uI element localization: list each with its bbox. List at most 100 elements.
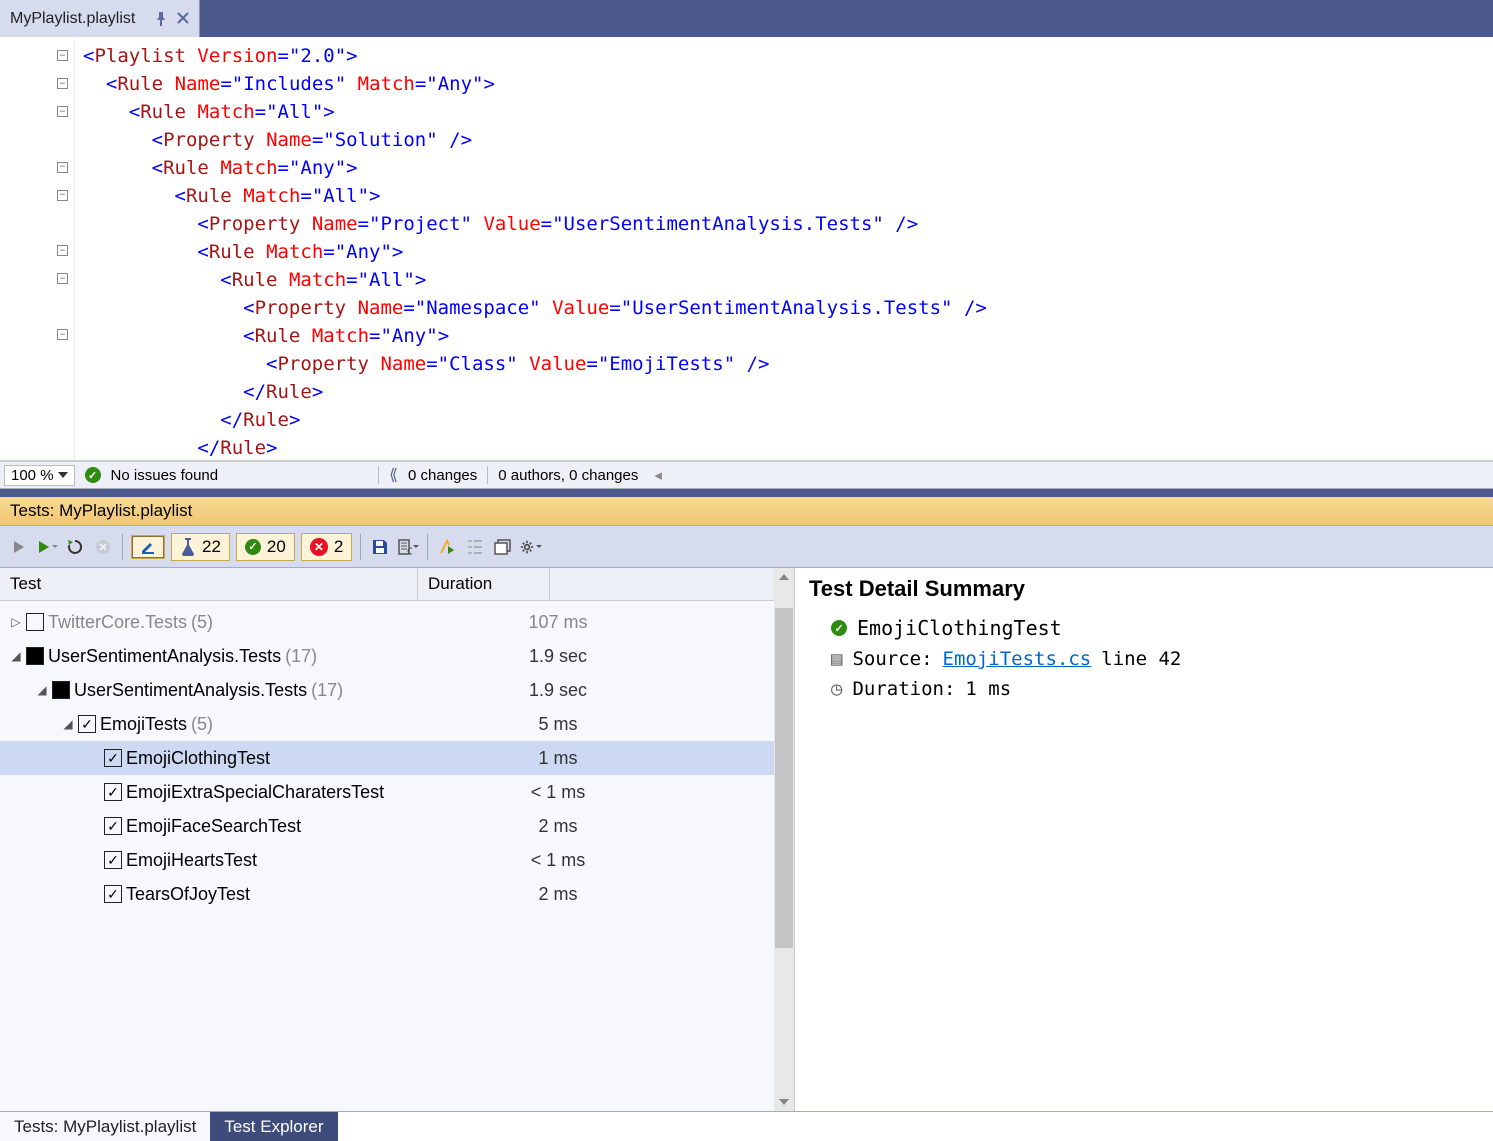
properties-icon[interactable] <box>397 536 419 558</box>
fold-icon[interactable]: − <box>57 162 68 173</box>
code-editor[interactable]: − − − − − − − − <Playlist Version="2.0"> <Rule … <box>0 37 1493 461</box>
passed-count: 20 <box>267 537 286 557</box>
run-debug-icon[interactable] <box>436 536 458 558</box>
document-icon: ▤ <box>831 648 842 670</box>
stop-icon[interactable] <box>92 536 114 558</box>
test-name: UserSentimentAnalysis.Tests <box>74 680 307 701</box>
test-row[interactable]: EmojiHeartsTest< 1 ms <box>0 843 794 877</box>
editor-status-bar: 100 % ✓ No issues found ⟪ 0 changes 0 au… <box>0 461 1493 489</box>
source-line: line 42 <box>1101 648 1181 670</box>
checkbox[interactable] <box>104 817 122 835</box>
scroll-thumb[interactable] <box>775 608 793 948</box>
total-count: 22 <box>202 537 221 557</box>
test-name: UserSentimentAnalysis.Tests <box>48 646 281 667</box>
windows-icon[interactable] <box>492 536 514 558</box>
checkbox[interactable] <box>26 613 44 631</box>
checkbox[interactable] <box>104 783 122 801</box>
test-row[interactable]: TearsOfJoyTest2 ms <box>0 877 794 911</box>
close-icon[interactable] <box>177 12 189 26</box>
expand-icon[interactable]: ◢ <box>10 649 22 663</box>
fold-icon[interactable]: − <box>57 106 68 117</box>
document-tab[interactable]: MyPlaylist.playlist <box>0 0 200 37</box>
edit-playlist-button[interactable] <box>131 535 165 559</box>
fold-icon[interactable]: − <box>57 190 68 201</box>
checkbox[interactable] <box>104 851 122 869</box>
checkbox[interactable] <box>104 749 122 767</box>
checkbox[interactable] <box>26 647 44 665</box>
test-name: TwitterCore.Tests <box>48 612 187 633</box>
editor-gutter: − − − − − − − − <box>0 37 75 460</box>
clock-icon: ◷ <box>831 678 842 700</box>
test-name: EmojiExtraSpecialCharatersTest <box>126 782 384 803</box>
run-icon[interactable] <box>36 536 58 558</box>
test-count: (17) <box>311 680 343 701</box>
settings-icon[interactable] <box>520 536 542 558</box>
test-duration: 1.9 sec <box>418 680 698 701</box>
zoom-value: 100 % <box>11 467 54 484</box>
detail-test-name: EmojiClothingTest <box>857 616 1062 640</box>
checkbox[interactable] <box>52 681 70 699</box>
test-duration: < 1 ms <box>418 782 698 803</box>
expand-icon[interactable]: ◢ <box>36 683 48 697</box>
expand-icon[interactable]: ◢ <box>62 717 74 731</box>
test-row[interactable]: ▷ TwitterCore.Tests (5)107 ms <box>0 605 794 639</box>
bottom-tab[interactable]: Tests: MyPlaylist.playlist <box>0 1112 210 1141</box>
tests-header-title: Tests: MyPlaylist.playlist <box>10 501 192 520</box>
run-all-icon[interactable] <box>8 536 30 558</box>
checkbox[interactable] <box>104 885 122 903</box>
detail-title: Test Detail Summary <box>809 576 1479 602</box>
test-name: EmojiFaceSearchTest <box>126 816 301 837</box>
chevron-left-icon[interactable]: ◂ <box>654 466 662 484</box>
test-name: EmojiClothingTest <box>126 748 270 769</box>
column-headers: Test Duration <box>0 568 794 601</box>
test-duration: 2 ms <box>418 884 698 905</box>
changes-icon: ⟪ <box>389 465 398 485</box>
column-duration[interactable]: Duration <box>418 568 550 600</box>
test-row[interactable]: ◢ EmojiTests (5) 5 ms <box>0 707 794 741</box>
test-row[interactable]: EmojiExtraSpecialCharatersTest < 1 ms <box>0 775 794 809</box>
test-detail-pane: Test Detail Summary ✓ EmojiClothingTest … <box>795 568 1493 1111</box>
test-tree[interactable]: ▷ TwitterCore.Tests (5)107 ms◢ UserSenti… <box>0 601 794 1111</box>
column-test[interactable]: Test <box>0 568 418 600</box>
fold-icon[interactable]: − <box>57 78 68 89</box>
test-duration: 2 ms <box>418 816 698 837</box>
bottom-tab[interactable]: Test Explorer <box>210 1112 337 1141</box>
total-tests-counter[interactable]: 22 <box>171 533 230 561</box>
test-row[interactable]: ◢ UserSentimentAnalysis.Tests (17) 1.9 se… <box>0 673 794 707</box>
bottom-tab-bar: Tests: MyPlaylist.playlistTest Explorer <box>0 1111 1493 1141</box>
fold-icon[interactable]: − <box>57 245 68 256</box>
checkbox[interactable] <box>78 715 96 733</box>
test-row[interactable]: ◢ UserSentimentAnalysis.Tests (17)1.9 se… <box>0 639 794 673</box>
changes-text: 0 changes <box>408 467 477 484</box>
test-duration: 1 ms <box>418 748 698 769</box>
failed-tests-counter[interactable]: ✕ 2 <box>301 533 352 561</box>
duration-value: 1 ms <box>965 678 1011 700</box>
expand-icon[interactable]: ▷ <box>10 615 22 629</box>
test-duration: 1.9 sec <box>418 646 698 667</box>
fold-icon[interactable]: − <box>57 50 68 61</box>
fold-icon[interactable]: − <box>57 329 68 340</box>
passed-tests-counter[interactable]: ✓ 20 <box>236 533 295 561</box>
scrollbar[interactable] <box>774 568 794 1111</box>
fold-icon[interactable]: − <box>57 273 68 284</box>
zoom-selector[interactable]: 100 % <box>4 465 75 486</box>
test-list-pane: Test Duration ▷ TwitterCore.Tests (5)107… <box>0 568 795 1111</box>
save-icon[interactable] <box>369 536 391 558</box>
pin-icon[interactable] <box>155 12 167 26</box>
authors-text: 0 authors, 0 changes <box>498 467 638 484</box>
test-name: EmojiTests <box>100 714 187 735</box>
test-row[interactable]: EmojiFaceSearchTest 2 ms <box>0 809 794 843</box>
document-tab-bar: MyPlaylist.playlist <box>0 0 1493 37</box>
group-icon[interactable] <box>464 536 486 558</box>
repeat-icon[interactable] <box>64 536 86 558</box>
test-count: (5) <box>191 714 213 735</box>
document-tab-title: MyPlaylist.playlist <box>10 10 135 28</box>
panel-divider <box>0 489 1493 497</box>
code-content[interactable]: <Playlist Version="2.0"> <Rule Name="Inc… <box>75 37 995 460</box>
failed-count: 2 <box>334 537 343 557</box>
test-row[interactable]: EmojiClothingTest 1 ms <box>0 741 794 775</box>
test-duration: 107 ms <box>418 612 698 633</box>
test-name: EmojiHeartsTest <box>126 850 257 871</box>
test-duration: 5 ms <box>418 714 698 735</box>
source-file-link[interactable]: EmojiTests.cs <box>943 648 1092 670</box>
